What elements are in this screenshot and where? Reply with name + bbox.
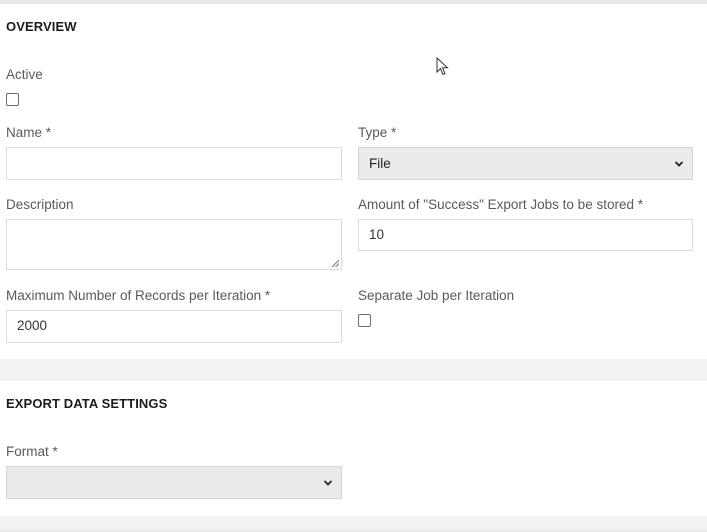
active-checkbox[interactable] [6, 93, 19, 106]
format-label: Format * [6, 444, 58, 459]
amount-label: Amount of "Success" Export Jobs to be st… [358, 197, 643, 212]
mouse-pointer-icon [436, 57, 449, 76]
overview-title: OVERVIEW [6, 19, 77, 34]
export-settings-title: EXPORT DATA SETTINGS [6, 396, 168, 411]
export-data-settings-section: EXPORT DATA SETTINGS Format * [0, 381, 707, 516]
type-select[interactable]: File [358, 147, 693, 180]
format-select[interactable] [6, 466, 342, 499]
name-label: Name * [6, 125, 52, 140]
description-label: Description [6, 197, 74, 212]
chevron-down-icon [323, 480, 333, 486]
type-select-value: File [369, 156, 391, 171]
type-label: Type * [358, 125, 397, 140]
separate-job-label: Separate Job per Iteration [358, 288, 515, 303]
name-input[interactable] [6, 147, 342, 180]
description-textarea[interactable] [6, 219, 342, 270]
max-records-input[interactable]: 2000 [6, 310, 342, 343]
resize-grip-icon[interactable] [331, 259, 339, 267]
max-records-label: Maximum Number of Records per Iteration … [6, 288, 271, 303]
separate-job-checkbox[interactable] [358, 314, 371, 327]
active-label: Active [6, 67, 43, 82]
amount-input[interactable]: 10 [358, 219, 693, 251]
chevron-down-icon [674, 161, 684, 167]
overview-section: OVERVIEW Active Name * Type * File Descr… [0, 4, 707, 359]
